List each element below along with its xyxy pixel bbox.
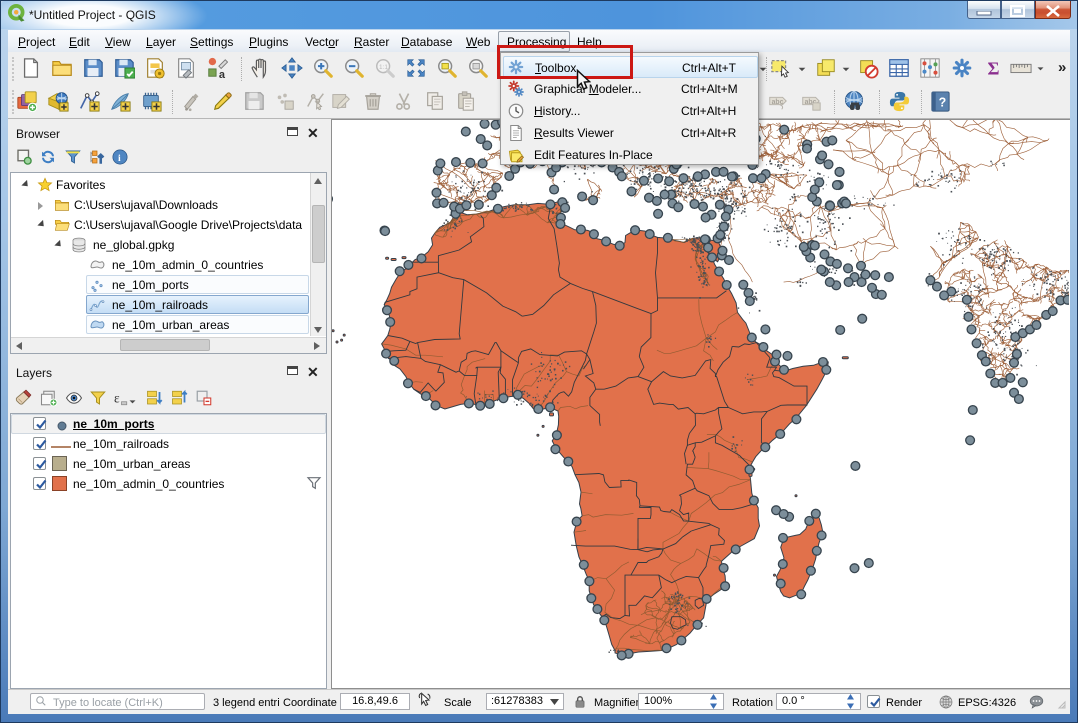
svg-text:?: ? bbox=[939, 95, 947, 109]
svg-text:ε: ε bbox=[114, 391, 120, 406]
svg-text:1:1: 1:1 bbox=[379, 64, 388, 71]
svg-text:a: a bbox=[219, 69, 226, 79]
svg-text:i: i bbox=[118, 153, 121, 164]
svg-text:Σ: Σ bbox=[988, 59, 1000, 79]
